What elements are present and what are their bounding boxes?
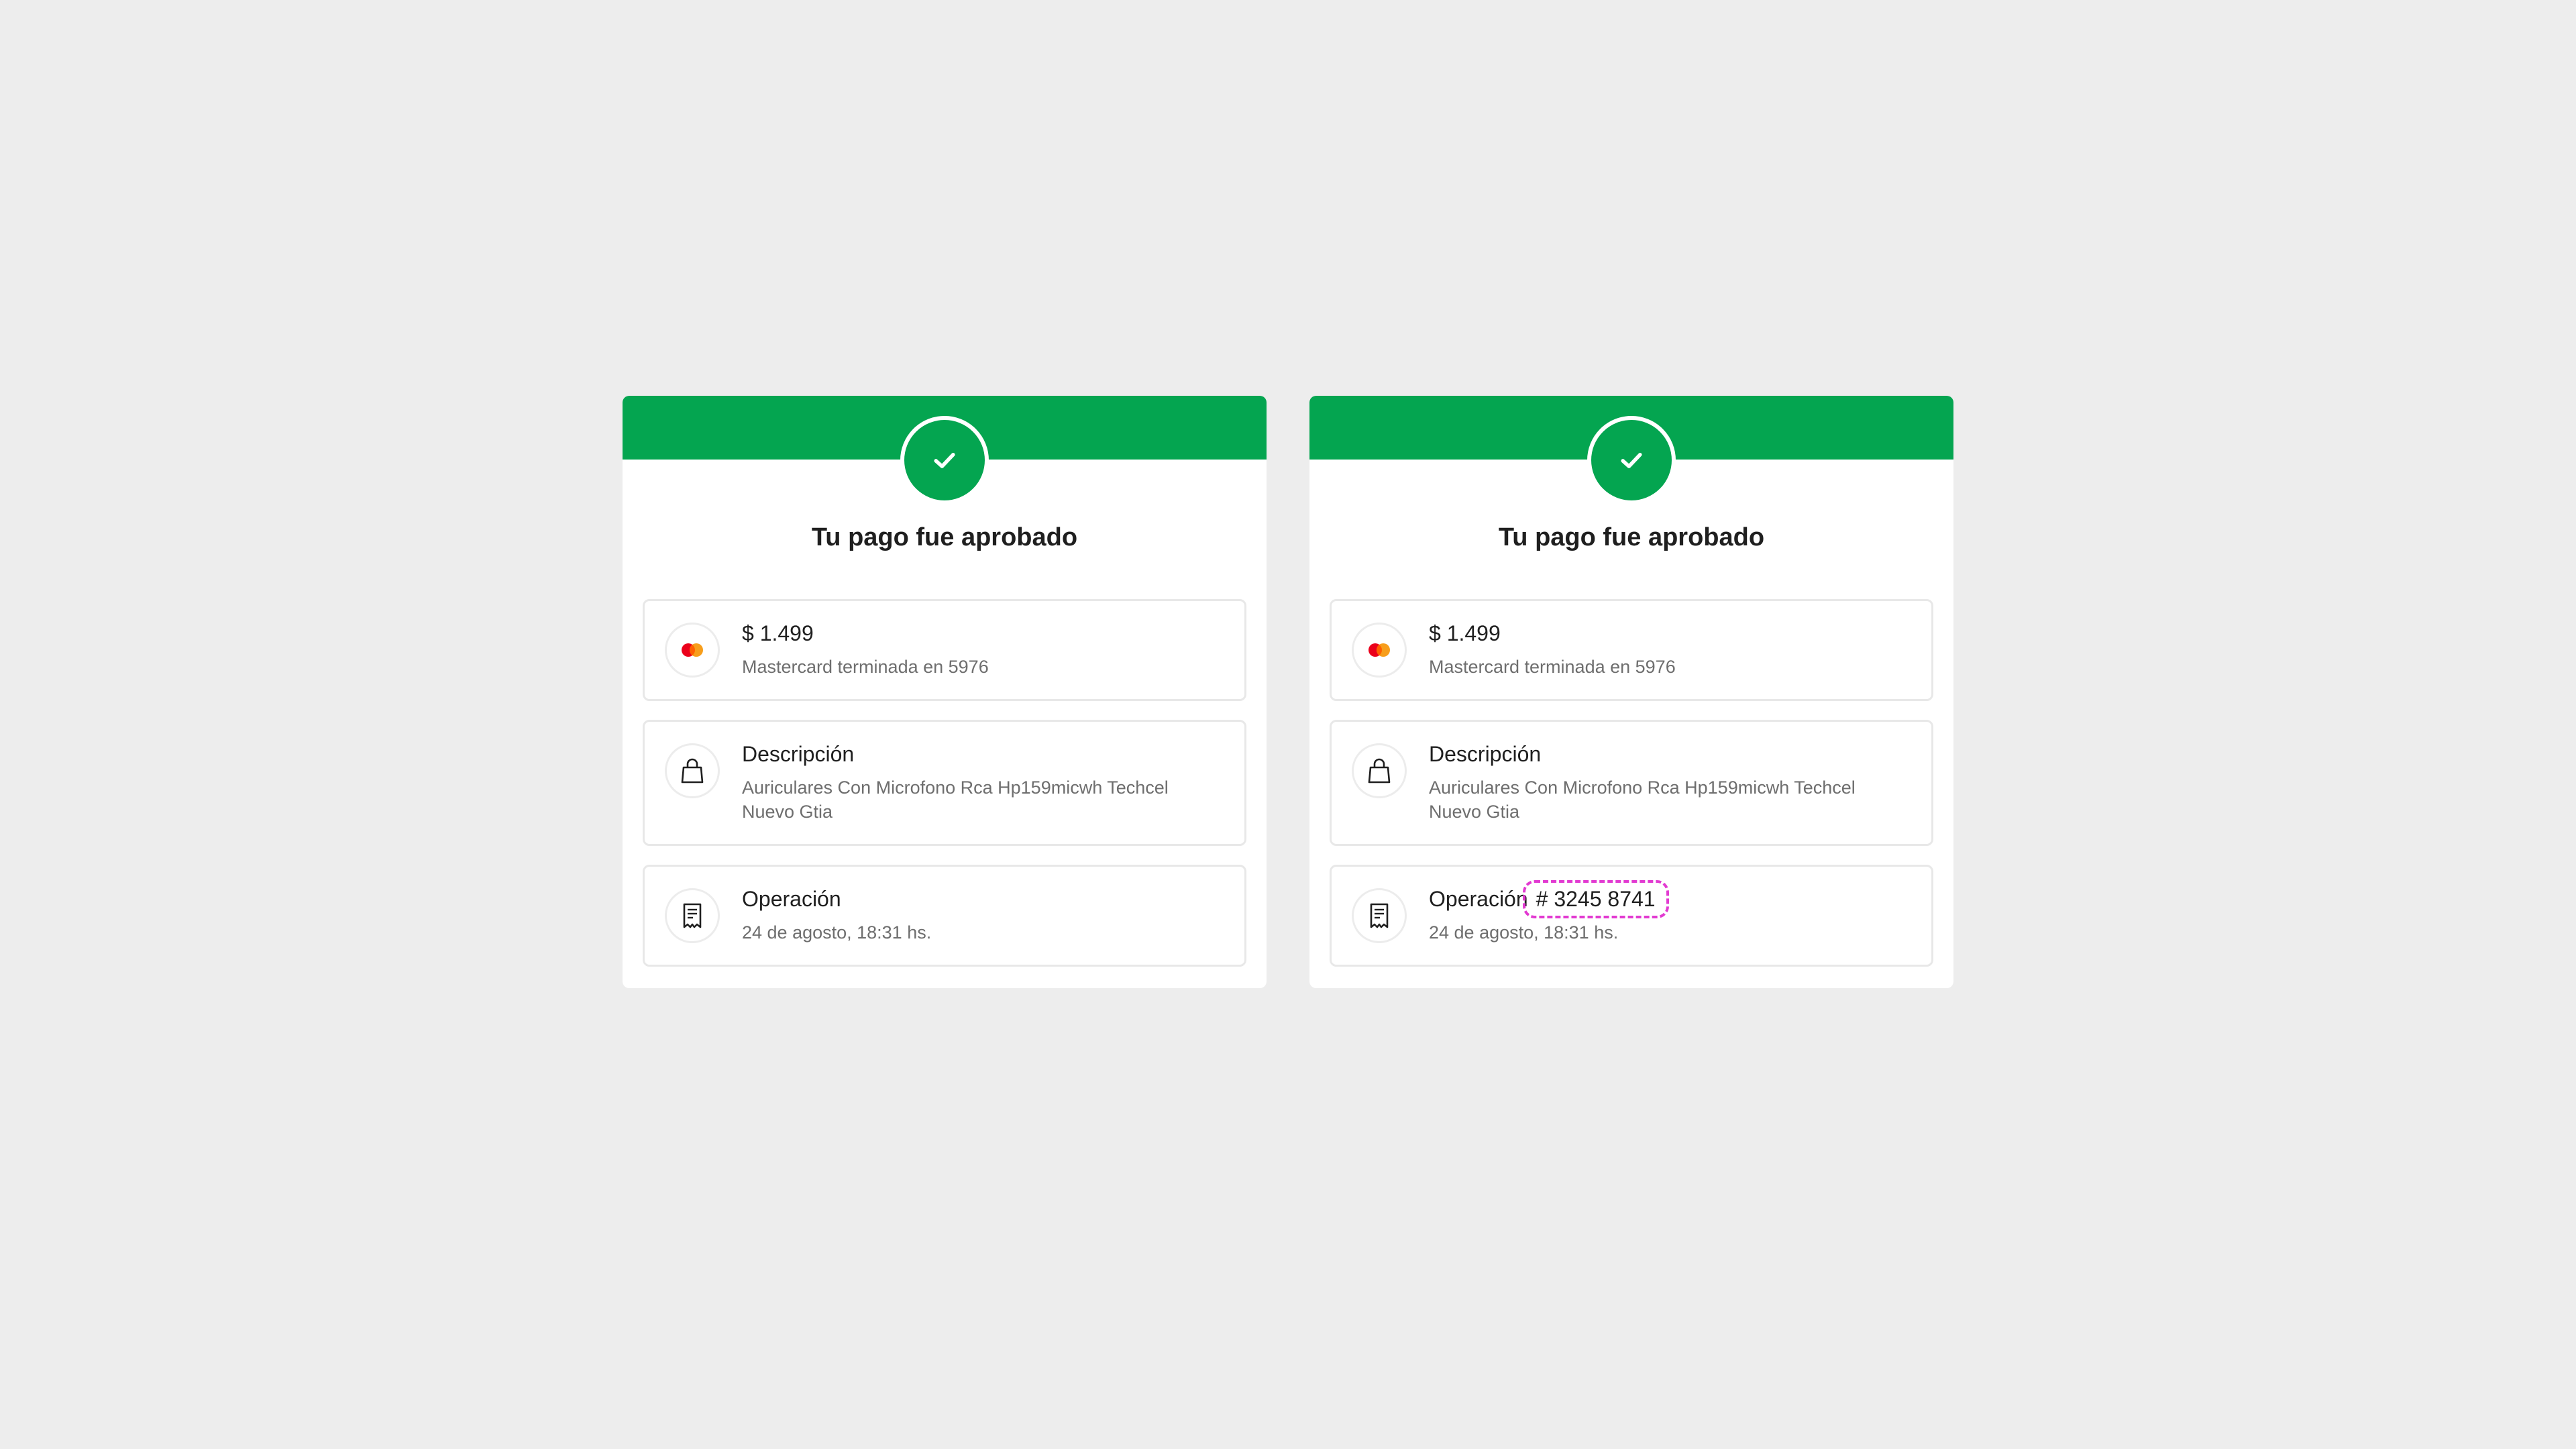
description-row: Descripción Auriculares Con Microfono Rc… bbox=[1330, 720, 1933, 846]
shopping-bag-icon bbox=[665, 743, 720, 798]
page-title: Tu pago fue aprobado bbox=[811, 523, 1078, 551]
description-label: Descripción bbox=[1429, 742, 1542, 766]
operation-label: Operación bbox=[742, 887, 841, 911]
operation-label: Operación bbox=[1429, 887, 1528, 911]
payment-approved-card-original: Tu pago fue aprobado $ 1.499 Mastercard … bbox=[623, 396, 1267, 988]
description-text: Auriculares Con Microfono Rca Hp159micwh… bbox=[1429, 777, 1856, 822]
card-description: Mastercard terminada en 5976 bbox=[742, 657, 989, 677]
receipt-icon bbox=[665, 888, 720, 943]
shopping-bag-icon bbox=[1352, 743, 1407, 798]
success-badge bbox=[1587, 416, 1676, 504]
operation-date: 24 de agosto, 18:31 hs. bbox=[742, 922, 932, 943]
description-label: Descripción bbox=[742, 742, 855, 766]
payment-amount: $ 1.499 bbox=[1429, 621, 1501, 645]
payment-approved-card-with-operation-number: Tu pago fue aprobado $ 1.499 Mastercard … bbox=[1309, 396, 1953, 988]
description-text: Auriculares Con Microfono Rca Hp159micwh… bbox=[742, 777, 1169, 822]
check-icon bbox=[934, 453, 955, 468]
payment-amount-row: $ 1.499 Mastercard terminada en 5976 bbox=[643, 599, 1246, 701]
operation-row: Operación 24 de agosto, 18:31 hs. bbox=[643, 865, 1246, 967]
operation-title: Operación # 3245 8741 bbox=[1429, 880, 1669, 918]
card-description: Mastercard terminada en 5976 bbox=[1429, 657, 1676, 677]
operation-number: # 3245 8741 bbox=[1536, 887, 1656, 911]
page-title: Tu pago fue aprobado bbox=[1498, 523, 1765, 551]
payment-amount: $ 1.499 bbox=[742, 621, 814, 645]
description-row: Descripción Auriculares Con Microfono Rc… bbox=[643, 720, 1246, 846]
mastercard-icon bbox=[1352, 623, 1407, 678]
operation-row: Operación # 3245 8741 24 de agosto, 18:31… bbox=[1330, 865, 1933, 967]
check-icon bbox=[1621, 453, 1642, 468]
operation-number-highlight: # 3245 8741 bbox=[1522, 880, 1669, 918]
mastercard-icon bbox=[665, 623, 720, 678]
success-badge bbox=[900, 416, 989, 504]
receipt-icon bbox=[1352, 888, 1407, 943]
payment-amount-row: $ 1.499 Mastercard terminada en 5976 bbox=[1330, 599, 1933, 701]
operation-date: 24 de agosto, 18:31 hs. bbox=[1429, 922, 1619, 943]
